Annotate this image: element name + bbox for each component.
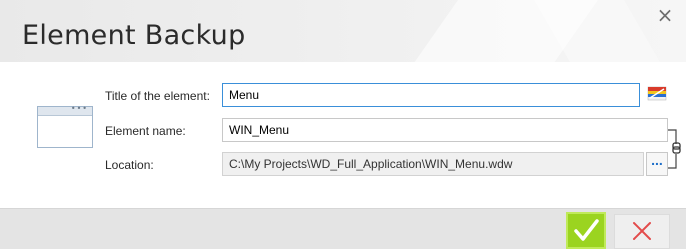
- translate-button[interactable]: [646, 84, 668, 104]
- chain-link-icon[interactable]: [666, 126, 686, 172]
- close-button[interactable]: ×: [654, 4, 676, 26]
- cancel-button[interactable]: [614, 214, 670, 249]
- language-flag-icon: [647, 86, 667, 101]
- browse-button[interactable]: ...: [646, 152, 668, 176]
- dialog-header: Element Backup ×: [0, 0, 686, 62]
- element-backup-dialog: Element Backup × ••• Title of the elemen…: [0, 0, 686, 249]
- element-name-input[interactable]: [222, 118, 668, 142]
- location-label: Location:: [105, 158, 154, 172]
- title-label: Title of the element:: [105, 89, 210, 103]
- location-input[interactable]: [222, 152, 644, 176]
- close-icon: ×: [656, 3, 674, 27]
- preview-titlebar: •••: [38, 104, 92, 116]
- preview-dots: •••: [70, 104, 88, 113]
- ok-button[interactable]: [566, 212, 606, 249]
- element-name-label: Element name:: [105, 124, 186, 138]
- dialog-title: Element Backup: [22, 20, 246, 51]
- title-input[interactable]: [222, 83, 640, 107]
- checkmark-icon: [574, 219, 599, 241]
- window-preview-icon: •••: [37, 104, 93, 148]
- cross-icon: [633, 222, 651, 240]
